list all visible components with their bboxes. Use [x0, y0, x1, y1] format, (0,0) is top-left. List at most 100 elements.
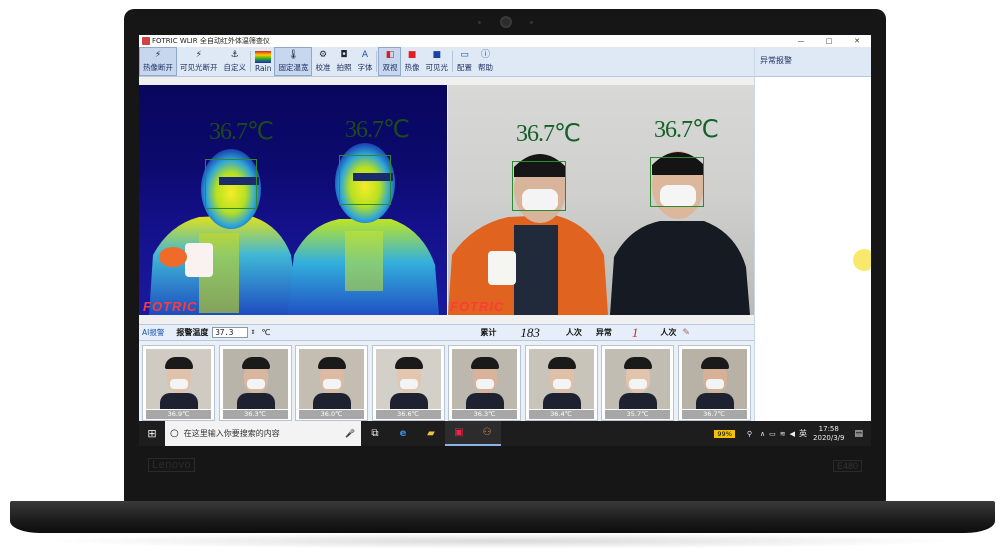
face-temperature-label: 36.7℃: [345, 117, 410, 143]
calibrate-button[interactable]: ⚙ 校准: [312, 47, 333, 76]
captured-faces-strip: 36.9℃ 36.3℃ 36.0℃ 36.6℃ 36.3℃ 36.4℃ 35.7℃ 36.7℃: [139, 342, 754, 421]
window-controls: — □ ✕: [787, 37, 871, 45]
button-label: 校准: [315, 63, 331, 72]
thumbnail-temperature: 36.9℃: [146, 410, 211, 419]
separator: [250, 51, 251, 72]
dual-view-button[interactable]: ◧ 双视: [378, 47, 402, 76]
laptop-shadow: [40, 533, 965, 549]
thermal-view-button[interactable]: ■ 热像: [401, 47, 422, 76]
model-badge: E480: [833, 460, 863, 472]
anchor-icon: ⚓: [230, 50, 239, 60]
thermometer-icon: 🌡: [287, 50, 300, 60]
captured-face-thumbnail[interactable]: 36.0℃: [295, 345, 368, 421]
alarm-panel-title: 异常报警: [755, 47, 871, 77]
webcam: [500, 16, 512, 28]
captured-face-thumbnail[interactable]: 36.3℃: [448, 345, 521, 421]
brand-logo: Lenovo: [148, 458, 196, 472]
clock-date: 2020/3/9: [813, 433, 845, 442]
alarm-list[interactable]: [755, 77, 871, 421]
face-photo: [375, 349, 441, 409]
font-button[interactable]: A 字体: [354, 47, 375, 76]
total-count-value: 183: [520, 324, 540, 340]
face-temperature-label: 36.7℃: [209, 119, 274, 145]
face-photo: [528, 349, 594, 409]
fotric-app-button[interactable]: ⚇: [473, 421, 501, 446]
button-label: 热像: [404, 63, 420, 72]
microphone-icon[interactable]: 🎤: [345, 429, 355, 438]
photos-button[interactable]: ▣: [445, 421, 473, 446]
file-explorer-button[interactable]: ▰: [417, 421, 445, 446]
palette-button[interactable]: ▬Rain: [252, 47, 274, 76]
disconnect-icon: ⚡: [195, 50, 202, 60]
button-label: 字体: [357, 63, 373, 72]
wifi-icon[interactable]: ≋: [780, 430, 786, 438]
captured-face-thumbnail[interactable]: 36.3℃: [218, 345, 292, 421]
edge-icon: e: [399, 428, 407, 439]
close-button[interactable]: ✕: [843, 37, 871, 45]
battery-icon[interactable]: ▭: [769, 430, 776, 438]
custom-button[interactable]: ⚓ 自定义: [221, 47, 250, 76]
volume-icon[interactable]: ◀: [790, 430, 795, 438]
chevron-up-icon[interactable]: ∧: [760, 430, 765, 438]
start-button[interactable]: ⊞: [139, 421, 165, 446]
edge-button[interactable]: e: [389, 421, 417, 446]
task-view-button[interactable]: ⧉: [361, 421, 389, 446]
face-temperature-label: 36.7℃: [516, 121, 581, 147]
fotric-app-icon: ⚇: [482, 427, 492, 438]
monitor-icon: ▭: [460, 50, 469, 60]
config-button[interactable]: ▭ 配置: [454, 47, 475, 76]
minimize-button[interactable]: —: [787, 37, 815, 45]
abnormal-count-unit: 人次: [660, 327, 677, 337]
alarm-threshold-input[interactable]: 37.3: [212, 327, 249, 338]
camera-icon: ◘: [340, 50, 348, 60]
maximize-button[interactable]: □: [815, 37, 843, 45]
button-label: 帮助: [477, 63, 493, 72]
ai-alarm-toggle[interactable]: AI报警: [142, 327, 164, 338]
separator: [376, 51, 378, 72]
visible-video-feed[interactable]: 36.7℃ 36.7℃ FOTRIC: [448, 85, 754, 315]
snapshot-button[interactable]: ◘ 拍照: [333, 47, 354, 76]
laptop: Lenovo E480 FOTRIC WLIR 全自动红外体温筛查仪 — □ ✕…: [0, 0, 1005, 557]
clock[interactable]: 17:58 2020/3/9: [813, 425, 844, 443]
face-detection-box: [512, 161, 566, 211]
visible-view-icon: ■: [432, 50, 441, 60]
search-placeholder: 在这里输入你要搜索的内容: [183, 429, 280, 438]
visible-view-button[interactable]: ■ 可见光: [422, 47, 451, 76]
captured-face-thumbnail[interactable]: 36.4℃: [524, 345, 598, 421]
notification-icon[interactable]: ▤: [854, 429, 863, 439]
battery-indicator[interactable]: 99%: [714, 429, 735, 438]
captured-face-thumbnail[interactable]: 36.6℃: [371, 345, 445, 421]
app-icon: [142, 37, 150, 45]
ime-indicator[interactable]: 英: [799, 428, 807, 439]
windows-taskbar: ⊞ ○ 在这里输入你要搜索的内容 🎤 ⧉ e ▰ ▣ ⚇ 99% ⚲ ∧ ▭ ≋…: [139, 421, 871, 446]
button-label: 可见光断开: [180, 63, 218, 72]
button-label: 可见光: [425, 63, 448, 72]
help-button[interactable]: ⓘ 帮助: [475, 47, 496, 76]
threshold-spinner-icon[interactable]: ⇕: [250, 329, 255, 336]
abnormal-count-label: 异常: [595, 327, 612, 337]
task-view-icon: ⧉: [371, 428, 379, 439]
fixed-span-button[interactable]: 🌡 固定温宽: [274, 47, 313, 76]
button-label: 固定温宽: [278, 63, 309, 72]
thermal-disconnect-button[interactable]: ⚡ 热像断开: [139, 47, 177, 76]
temperature-unit: ℃: [261, 328, 271, 337]
face-photo: [452, 349, 517, 409]
palette-icon: ▬: [255, 50, 272, 63]
visible-disconnect-button[interactable]: ⚡ 可见光断开: [177, 47, 221, 76]
clear-icon[interactable]: ✎: [682, 328, 690, 338]
cortana-icon: ○: [170, 428, 179, 439]
captured-face-thumbnail[interactable]: 36.9℃: [142, 345, 215, 421]
thumbnail-temperature: 36.6℃: [375, 410, 441, 419]
captured-face-thumbnail[interactable]: 35.7℃: [601, 345, 674, 421]
window-title: FOTRIC WLIR 全自动红外体温筛查仪: [152, 37, 270, 45]
dual-view-icon: ◧: [385, 50, 395, 60]
thermal-video-feed[interactable]: 36.7℃ 36.7℃ FOTRIC: [139, 85, 447, 315]
alarm-threshold-label: 报警温度: [176, 327, 209, 337]
people-icon[interactable]: ⚲: [747, 430, 752, 438]
status-bar: AI报警 报警温度 37.3 ⇕ ℃ 累计 183 人次 异常 1 人次 ✎: [139, 324, 754, 341]
taskbar-search[interactable]: ○ 在这里输入你要搜索的内容 🎤: [165, 421, 361, 446]
fotric-watermark: FOTRIC: [143, 299, 198, 314]
face-detection-box: [205, 159, 257, 209]
captured-face-thumbnail[interactable]: 36.7℃: [677, 345, 751, 421]
button-label: 拍照: [336, 63, 352, 72]
